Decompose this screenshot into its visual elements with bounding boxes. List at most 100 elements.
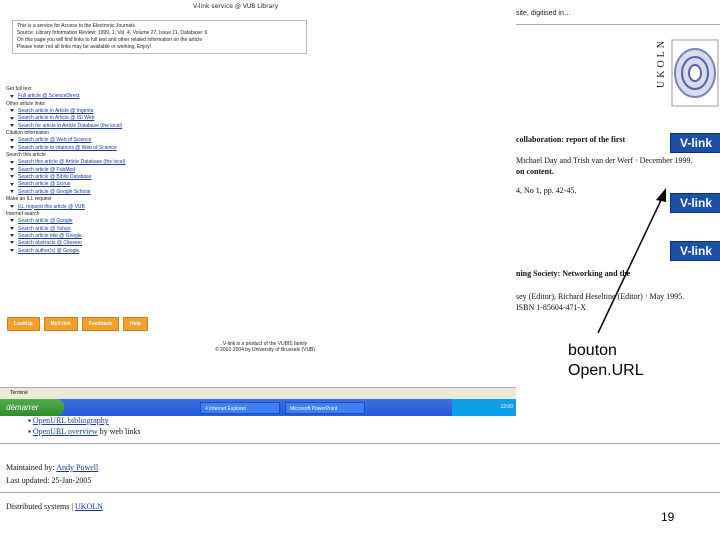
menu-link[interactable]: Search article title @ Google	[18, 233, 82, 239]
triangle-icon	[10, 138, 14, 142]
status-bar: Terminé	[0, 387, 516, 399]
info-line: This is a service for Access to the Elec…	[17, 23, 135, 29]
top-text: site, digitised in…	[516, 10, 720, 25]
link-suffix: by web links	[97, 427, 141, 436]
menu-item: Search article @ Web of Science	[6, 137, 125, 144]
lookup-button[interactable]: LookUp	[7, 317, 40, 331]
page-number: 19	[661, 510, 675, 524]
link-menu: Get full text Full article @ ScienceDirec…	[6, 86, 125, 255]
menu-item: Search article @ PubMed	[6, 167, 125, 174]
info-line: Please note: not all links may be availa…	[17, 44, 151, 50]
menu-link[interactable]: Search article @ PubMed	[18, 167, 75, 173]
menu-link[interactable]: ILL request this article @ VUB	[18, 204, 85, 210]
annotation-arrow	[597, 188, 666, 334]
button-row: LookUp MyV-link Feedback Help	[7, 317, 148, 331]
menu-link[interactable]: Search article @ Biblio Database	[18, 174, 91, 180]
triangle-icon	[10, 167, 14, 171]
vlink-button[interactable]: V-link	[670, 133, 720, 153]
menu-item: Search article @ Biblio Database	[6, 174, 125, 181]
myvlink-button[interactable]: MyV-link	[43, 317, 78, 331]
annotation-label: bouton Open.URL	[568, 341, 644, 381]
triangle-icon	[10, 160, 14, 164]
help-button[interactable]: Help	[122, 317, 148, 331]
annotation-line: Open.URL	[568, 362, 644, 379]
menu-link[interactable]: Full article @ ScienceDirect	[18, 93, 79, 99]
menu-item: Search article title @ Google	[6, 233, 125, 240]
menu-link[interactable]: Search author(s) @ Google	[18, 248, 79, 254]
product-info: V-link is a product of the VUBIS family …	[190, 341, 340, 353]
menu-section-title: Search this article	[6, 152, 46, 159]
maintainer-link[interactable]: Andy Powell	[56, 463, 98, 472]
menu-item: Search article @ Google	[6, 218, 125, 225]
triangle-icon	[10, 189, 14, 193]
menu-item: Search for article in Article Database (…	[6, 123, 125, 130]
taskbar-app-powerpoint[interactable]: Microsoft PowerPoint	[285, 402, 365, 414]
menu-item: Search article to citations @ Web of Sci…	[6, 145, 125, 152]
start-button[interactable]: démarrer	[0, 399, 64, 416]
menu-item: Search abstracts @ Citeseer	[6, 240, 125, 247]
triangle-icon	[10, 182, 14, 186]
menu-link[interactable]: Search article in Article @ ISI Web	[18, 115, 94, 121]
footer: Distributed systems | UKOLN	[6, 502, 103, 511]
menu-section-title: Other article links	[6, 100, 45, 107]
menu-link[interactable]: Search for article in Article Database (…	[18, 123, 122, 129]
menu-item: Search article in Article @ ISI Web	[6, 115, 125, 122]
triangle-icon	[10, 123, 14, 127]
openurl-overview-link[interactable]: OpenURL overview	[33, 427, 98, 436]
text-line: on content.	[516, 167, 554, 176]
menu-item: Search article @ Yahoo	[6, 226, 125, 233]
menu-item: Search article @ Scirus	[6, 181, 125, 188]
annotation-line: bouton	[568, 342, 617, 359]
info-line: On this page you will find links to full…	[17, 37, 203, 43]
menu-link[interactable]: Search article @ Scirus	[18, 181, 70, 187]
taskbar-app-ie[interactable]: 4 Internet Explorer	[200, 402, 280, 414]
menu-link[interactable]: Search article @ Google Scholar	[18, 189, 91, 195]
text-line: ISBN 1-85604-471-X	[516, 303, 586, 312]
triangle-icon	[10, 204, 14, 208]
list-item: ▪ OpenURL overview by web links	[28, 427, 141, 436]
info-line: Source: Library Information Review: 1999…	[17, 30, 208, 36]
menu-item: Search author(s) @ Google	[6, 248, 125, 255]
menu-section-title: Get full text	[6, 86, 32, 92]
vlink-button[interactable]: V-link	[670, 241, 720, 261]
menu-link[interactable]: Search abstracts @ Citeseer	[18, 240, 82, 246]
triangle-icon	[10, 109, 14, 113]
menu-link[interactable]: Search article @ Google	[18, 218, 73, 224]
copyright-line: © 2002-2004 by University of Brussels (V…	[214, 347, 316, 353]
menu-link[interactable]: Search this article @ Article Database (…	[18, 159, 125, 165]
triangle-icon	[10, 145, 14, 149]
triangle-icon	[10, 241, 14, 245]
menu-link[interactable]: Search article to citations @ Web of Sci…	[18, 145, 117, 151]
menu-link[interactable]: Search article @ Yahoo	[18, 226, 70, 232]
divider	[0, 443, 720, 444]
menu-link[interactable]: Search article in Article @ Ingenta	[18, 108, 93, 114]
info-box: This is a service for Access to the Elec…	[12, 20, 307, 54]
divider	[0, 492, 720, 493]
menu-item: Search this article @ Article Database (…	[6, 159, 125, 166]
text-line: Michael Day and Trish van der Werf · Dec…	[516, 156, 693, 165]
feedback-button[interactable]: Feedback	[81, 317, 119, 331]
text-line: 4, No 1, pp. 42-45.	[516, 186, 577, 195]
menu-item: ILL request this article @ VUB	[6, 204, 125, 211]
ukoln-logo	[671, 39, 719, 107]
menu-section-title: Citation information	[6, 130, 50, 137]
system-tray: 12:00	[452, 399, 516, 416]
ukoln-link[interactable]: UKOLN	[75, 502, 103, 511]
maintained-label: Maintained by:	[6, 463, 57, 472]
openurl-bibliography-link[interactable]: OpenURL bibliography	[33, 416, 109, 425]
triangle-icon	[10, 116, 14, 120]
triangle-icon	[10, 94, 14, 98]
list-item: ▪ OpenURL bibliography	[28, 416, 109, 425]
maintained-by: Maintained by: Andy Powell	[6, 463, 98, 472]
menu-section-title: Make an ILL request	[6, 196, 52, 203]
triangle-icon	[10, 248, 14, 252]
last-updated: Last updated: 25-Jan-2005	[6, 476, 92, 485]
menu-link[interactable]: Search article @ Web of Science	[18, 137, 91, 143]
page-header: V-link service @ VUB Library	[193, 3, 279, 10]
status-text: Terminé	[10, 390, 28, 396]
menu-item: Full article @ ScienceDirect	[6, 93, 125, 100]
triangle-icon	[10, 226, 14, 230]
footer-label: Distributed systems |	[6, 502, 75, 511]
triangle-icon	[10, 175, 14, 179]
vlink-button[interactable]: V-link	[670, 193, 720, 213]
